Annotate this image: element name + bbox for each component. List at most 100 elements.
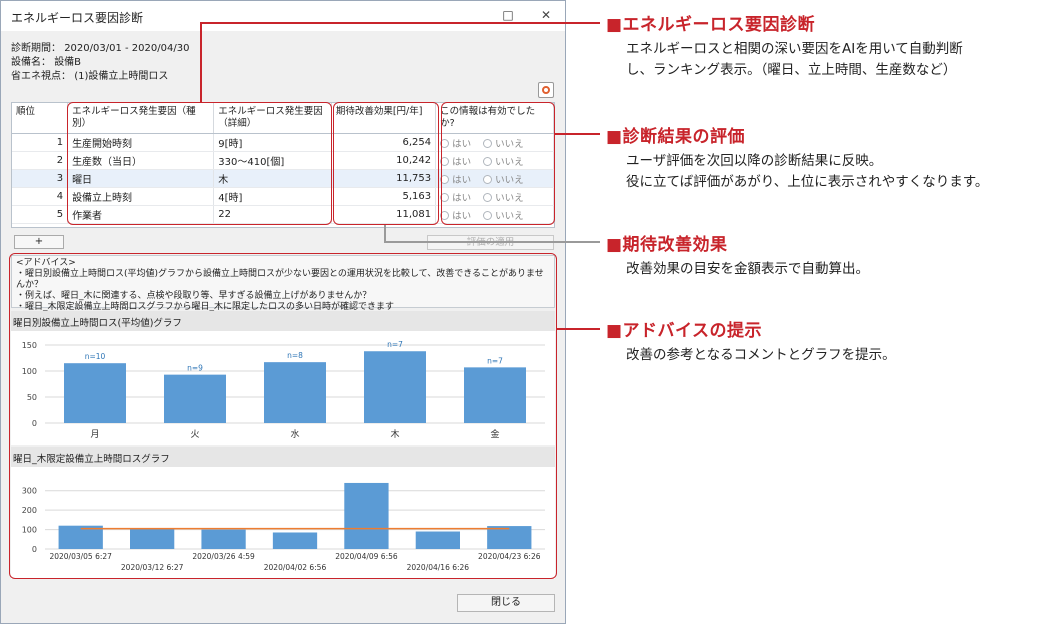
- header-detail[interactable]: エネルギーロス発生要因（詳細）: [213, 103, 332, 134]
- bar: [364, 351, 426, 423]
- note-diagnosis-title: ■エネルギーロス要因診断: [606, 15, 816, 35]
- table-row[interactable]: 5 作業者 22 11,081 はい いいえ: [12, 205, 554, 224]
- yes-label: はい: [452, 192, 472, 204]
- header-feedback[interactable]: この情報は有効でしたか?: [435, 103, 554, 134]
- no-radio[interactable]: [483, 156, 493, 166]
- bar: [201, 529, 246, 549]
- header-effect[interactable]: 期待改善効果[円/年]: [331, 103, 437, 134]
- rank-cell: 4: [12, 187, 69, 206]
- bar: [464, 367, 526, 423]
- table-row[interactable]: 3 曜日木 11,753 はい いいえ: [12, 169, 554, 188]
- header-type[interactable]: エネルギーロス発生要因（種別）: [67, 103, 215, 134]
- bar: [272, 532, 318, 549]
- yes-label: はい: [452, 210, 472, 222]
- table-row[interactable]: 4 設備立上時刻 4[時] 5,163 はい いいえ: [12, 187, 554, 206]
- effect-cell: 6,254: [331, 133, 437, 152]
- no-label: いいえ: [495, 192, 524, 204]
- effect-cell: 11,081: [331, 205, 437, 224]
- effect-cell: 10,242: [331, 151, 437, 170]
- chart2-title: 曜日_木限定設備立上時間ロスグラフ: [11, 447, 555, 467]
- note-effect-text: 改善効果の目安を金額表示で自動算出。: [626, 261, 869, 277]
- no-label: いいえ: [495, 174, 524, 186]
- apply-evaluation-button[interactable]: 評価の適用: [427, 235, 554, 250]
- feedback-cell: はい いいえ: [435, 205, 554, 224]
- window-title: エネルギーロス要因診断: [11, 11, 144, 25]
- no-radio[interactable]: [483, 174, 493, 184]
- yes-radio[interactable]: [440, 156, 450, 166]
- thursday-loss-chart: 0 100 200 300 2020/03/05 6:27 2020/03/12 6:27…: [22, 482, 545, 572]
- no-radio[interactable]: [483, 192, 493, 202]
- bar: [264, 362, 326, 423]
- diagnosis-table: 順位 エネルギーロス発生要因（種別） エネルギーロス発生要因（詳細） 期待改善効…: [11, 102, 555, 228]
- data-label: n=7: [387, 340, 403, 349]
- no-radio[interactable]: [483, 138, 493, 148]
- x-tick-label: 2020/04/09 6:56: [335, 552, 398, 561]
- effect-cell: 11,753: [331, 169, 437, 188]
- advice-line: ・例えば、曜日_木に関連する、点検や段取り等、早すぎる設備立上げがありませんか？: [16, 291, 372, 301]
- bar: [164, 374, 226, 423]
- y-tick-label: 300: [22, 487, 37, 496]
- note-advice-text: 改善の参考となるコメントとグラフを提示。: [626, 347, 896, 363]
- callout-line-3: [384, 241, 600, 243]
- add-button[interactable]: +: [14, 235, 64, 249]
- note-effect: ■期待改善効果 改善効果の目安を金額表示で自動算出。: [606, 230, 1050, 280]
- yes-radio[interactable]: [440, 138, 450, 148]
- yes-radio[interactable]: [440, 192, 450, 202]
- yes-radio[interactable]: [440, 210, 450, 220]
- chart1-title: 曜日別設備立上時間ロス(平均値)グラフ: [11, 311, 555, 331]
- weekday-loss-chart: 0 50 100 150 n=10 月 n=9 火 n=8 水 n=7 木 n=7 金: [22, 340, 545, 440]
- x-tick-label: 2020/04/02 6:56: [264, 563, 327, 572]
- bar: [487, 526, 532, 549]
- no-label: いいえ: [495, 156, 524, 168]
- advice-box: <アドバイス> ・曜日別設備立上時間ロス(平均値)グラフから設備立上時間ロスが少…: [11, 255, 555, 312]
- note-diagnosis: ■エネルギーロス要因診断 エネルギーロスと相関の深い要因をAIを用いて自動判断 …: [606, 10, 1050, 81]
- advice-line: ・曜日別設備立上時間ロス(平均値)グラフから設備立上時間ロスが少ない要因との運用…: [16, 269, 544, 290]
- x-tick-label: 木: [390, 428, 399, 440]
- detail-cell: 22: [213, 205, 332, 224]
- callout-line-1: [200, 22, 600, 24]
- x-tick-label: 2020/03/05 6:27: [49, 552, 112, 561]
- data-label: n=7: [487, 356, 503, 365]
- data-label: n=8: [287, 351, 303, 360]
- detail-cell: 330～410[個]: [213, 151, 332, 170]
- bar: [130, 528, 175, 549]
- y-tick-label: 100: [22, 367, 37, 376]
- advice-line: <アドバイス>: [16, 258, 76, 268]
- x-tick-label: 金: [490, 428, 499, 440]
- viewpoint-label: 省エネ視点：: [11, 71, 71, 82]
- header-rank[interactable]: 順位: [12, 103, 69, 134]
- y-tick-label: 200: [22, 506, 37, 515]
- y-tick-label: 0: [32, 545, 37, 554]
- note-effect-title: ■期待改善効果: [606, 235, 728, 255]
- x-tick-label: 2020/04/16 6:26: [407, 563, 470, 572]
- rank-cell: 1: [12, 133, 69, 152]
- data-label: n=9: [187, 364, 203, 373]
- yes-radio[interactable]: [440, 174, 450, 184]
- help-icon[interactable]: [538, 82, 554, 98]
- note-evaluation: ■診断結果の評価 ユーザ評価を次回以降の診断結果に反映。 役に立てば評価があがり…: [606, 122, 1050, 193]
- note-diagnosis-text: し、ランキング表示。（曜日、立上時間、生産数など）: [626, 62, 957, 78]
- viewpoint-row: 省エネ視点： (1)設備立上時間ロス: [11, 67, 168, 82]
- table-row[interactable]: 2 生産数（当日） 330～410[個] 10,242 はい いいえ: [12, 151, 554, 170]
- x-tick-label: 水: [290, 428, 299, 440]
- callout-line-1v: [200, 22, 202, 102]
- feedback-cell: はい いいえ: [435, 151, 554, 170]
- close-button[interactable]: 閉じる: [457, 594, 555, 612]
- feedback-cell: はい いいえ: [435, 187, 554, 206]
- period-value: 2020/03/01 - 2020/04/30: [64, 43, 190, 54]
- y-tick-label: 150: [22, 341, 37, 350]
- x-tick-label: 月: [90, 429, 99, 440]
- detail-cell: 木: [213, 169, 332, 188]
- chart2-area: 0 100 200 300 2020/03/05 6:27 2020/03/12 6:27…: [11, 467, 555, 579]
- title-bar: エネルギーロス要因診断 □ ✕: [1, 1, 565, 31]
- x-tick-label: 2020/03/12 6:27: [121, 563, 184, 572]
- note-diagnosis-text: エネルギーロスと相関の深い要因をAIを用いて自動判断: [626, 41, 963, 57]
- detail-cell: 9[時]: [213, 133, 332, 152]
- data-label: n=10: [85, 352, 106, 361]
- feedback-cell: はい いいえ: [435, 133, 554, 152]
- dialog-window: エネルギーロス要因診断 □ ✕ 診断期間： 2020/03/01 - 2020/…: [0, 0, 566, 624]
- type-cell: 曜日: [67, 169, 215, 188]
- bar: [64, 363, 126, 423]
- no-radio[interactable]: [483, 210, 493, 220]
- table-row[interactable]: 1 生産開始時刻 9[時] 6,254 はい いいえ: [12, 133, 554, 152]
